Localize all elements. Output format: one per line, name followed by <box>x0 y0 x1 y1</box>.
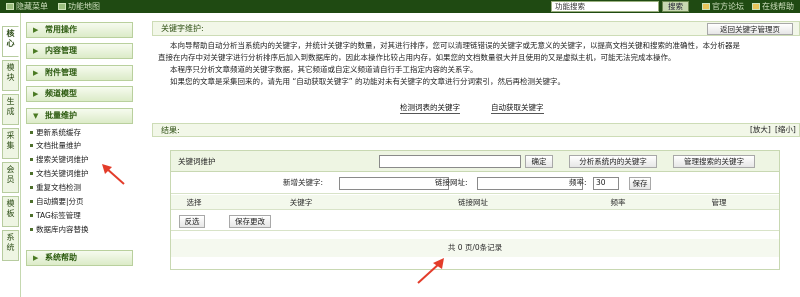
map-icon <box>58 3 66 10</box>
new-keyword-label: 新增关键字: <box>283 178 324 187</box>
top-bar: 隐藏菜单 功能地图 功能搜索 搜索 官方论坛 在线帮助 <box>0 0 800 13</box>
chevron-right-icon: ▶ <box>33 26 39 34</box>
confirm-button[interactable]: 确定 <box>525 155 553 168</box>
description-line: 如果您的文章是采集回来的，请先用 “自动获取关键字” 的功能对未有关键字的文章进… <box>170 77 566 86</box>
bullet-icon <box>30 186 33 189</box>
tab-core[interactable]: 核心 <box>2 26 19 57</box>
frequency-input[interactable]: 30 <box>593 177 619 190</box>
tab-member[interactable]: 会员 <box>2 162 19 193</box>
chevron-right-icon: ▶ <box>33 90 39 98</box>
keyword-panel-title: 关键词维护 <box>178 157 216 166</box>
main-content: 关键字维护: 返回关键字管理页 本向导帮助自动分析当系统内的关键字，并统计关键字… <box>152 13 800 297</box>
annotation-arrow-icon <box>102 164 125 185</box>
enlarge-link[interactable]: [放大] <box>750 125 771 135</box>
sidebar: ▶ 常用操作 ▶ 内容管理 ▶ 附件管理 ▶ 频道模型 ▼ 批量维护 更新系统缓存 文档批… <box>22 13 137 297</box>
menu-icon <box>6 3 14 10</box>
tab-collect[interactable]: 采集 <box>2 128 19 159</box>
column-manage: 管理 <box>711 198 727 207</box>
pager-text: 共 0 页/0条记录 <box>447 243 503 252</box>
help-icon <box>752 3 760 10</box>
site-map-link[interactable]: 功能地图 <box>58 2 100 11</box>
bullet-icon <box>30 214 33 217</box>
new-keyword-input[interactable] <box>339 177 449 190</box>
tab-module[interactable]: 模块 <box>2 60 19 91</box>
sidebar-item-db-replace[interactable]: 数据库内容替换 <box>30 224 89 235</box>
column-select: 选择 <box>186 198 202 207</box>
sidebar-item-search-keywords[interactable]: 搜索关键词维护 <box>30 154 89 165</box>
table-actions-row: 反选 保存更改 <box>171 211 779 231</box>
bullet-icon <box>30 144 33 147</box>
sidebar-section-common[interactable]: ▶ 常用操作 <box>26 22 133 38</box>
add-keyword-row: 新增关键字: 链接网址: 频率: 30 保存 <box>171 173 779 194</box>
help-link[interactable]: 在线帮助 <box>752 2 794 11</box>
description-line: 本程序只分析文章频道的关键字数据，其它频道或自定义频道请自行手工指定内容的关系字… <box>170 65 478 74</box>
link-url-label: 链接网址: <box>435 178 468 187</box>
tab-template[interactable]: 模板 <box>2 196 19 227</box>
bullet-icon <box>30 158 33 161</box>
invert-selection-button[interactable]: 反选 <box>179 215 205 228</box>
table-header-row: 选择 关键字 链接网址 频率 管理 <box>171 195 779 210</box>
result-header: 结果: <box>152 123 800 137</box>
forum-icon <box>702 3 710 10</box>
bullet-icon <box>30 131 33 134</box>
sidebar-section-channel-model[interactable]: ▶ 频道模型 <box>26 86 133 102</box>
analyze-keywords-button[interactable]: 分析系统内的关键字 <box>569 155 657 168</box>
sidebar-item-doc-keywords[interactable]: 文档关键词维护 <box>30 168 89 179</box>
sidebar-section-help[interactable]: ▶ 系统帮助 <box>26 250 133 266</box>
shrink-link[interactable]: [缩小] <box>775 125 796 135</box>
hide-menu-link[interactable]: 隐藏菜单 <box>6 2 48 11</box>
return-keyword-manage-button[interactable]: 返回关键字管理页 <box>707 23 793 35</box>
function-search-input[interactable]: 功能搜索 <box>551 1 659 12</box>
keyword-panel: 关键词维护 确定 分析系统内的关键字 管理搜索的关键字 新增关键字: 链接网址:… <box>170 150 780 270</box>
pager-row: 共 0 页/0条记录 <box>171 239 779 257</box>
chevron-right-icon: ▶ <box>33 47 39 55</box>
bullet-icon <box>30 200 33 203</box>
search-button[interactable]: 搜索 <box>662 1 689 12</box>
sidebar-section-attachments[interactable]: ▶ 附件管理 <box>26 65 133 81</box>
auto-fetch-keywords-link[interactable]: 自动获取关键字 <box>491 103 544 114</box>
column-frequency: 频率 <box>610 198 626 207</box>
chevron-right-icon: ▶ <box>33 69 39 77</box>
save-keyword-button[interactable]: 保存 <box>629 177 651 190</box>
sidebar-item-batch-docs[interactable]: 文档批量维护 <box>30 140 81 151</box>
bullet-icon <box>30 172 33 175</box>
chevron-down-icon: ▼ <box>33 112 39 120</box>
annotation-arrow-icon <box>417 258 444 284</box>
link-url-input[interactable] <box>477 177 583 190</box>
sidebar-item-auto-summary[interactable]: 自动摘要|分页 <box>30 196 84 207</box>
forum-link[interactable]: 官方论坛 <box>702 2 744 11</box>
sidebar-section-batch[interactable]: ▼ 批量维护 <box>26 108 133 124</box>
sidebar-section-content[interactable]: ▶ 内容管理 <box>26 43 133 59</box>
sidebar-item-update-cache[interactable]: 更新系统缓存 <box>30 127 81 138</box>
manage-search-keywords-button[interactable]: 管理搜索的关键字 <box>673 155 755 168</box>
save-changes-button[interactable]: 保存更改 <box>229 215 271 228</box>
tab-generate[interactable]: 生成 <box>2 94 19 125</box>
sidebar-item-duplicate-check[interactable]: 重复文档检测 <box>30 182 81 193</box>
keyword-panel-header: 关键词维护 确定 分析系统内的关键字 管理搜索的关键字 <box>171 151 779 172</box>
tab-system[interactable]: 系统 <box>2 230 19 261</box>
detect-keywords-link[interactable]: 检测词表的关键字 <box>400 103 460 114</box>
description-line: 本向导帮助自动分析当系统内的关键字，并统计关键字的数量，对其进行排序，您可以清理… <box>170 41 740 50</box>
page-title: 关键字维护: <box>152 21 800 36</box>
column-link: 链接网址 <box>458 198 488 207</box>
frequency-label: 频率: <box>569 178 587 187</box>
sidebar-item-tag-manage[interactable]: TAG标签管理 <box>30 210 81 221</box>
chevron-right-icon: ▶ <box>33 254 39 262</box>
description-line: 直接在内存中对关键字进行分析排序后加入到数据库的，因此本操作比较占用内存，如果您… <box>158 53 676 62</box>
keyword-search-input[interactable] <box>379 155 521 168</box>
column-keyword: 关键字 <box>289 198 313 207</box>
bullet-icon <box>30 228 33 231</box>
module-tabs: 核心 模块 生成 采集 会员 模板 系统 <box>0 13 21 297</box>
